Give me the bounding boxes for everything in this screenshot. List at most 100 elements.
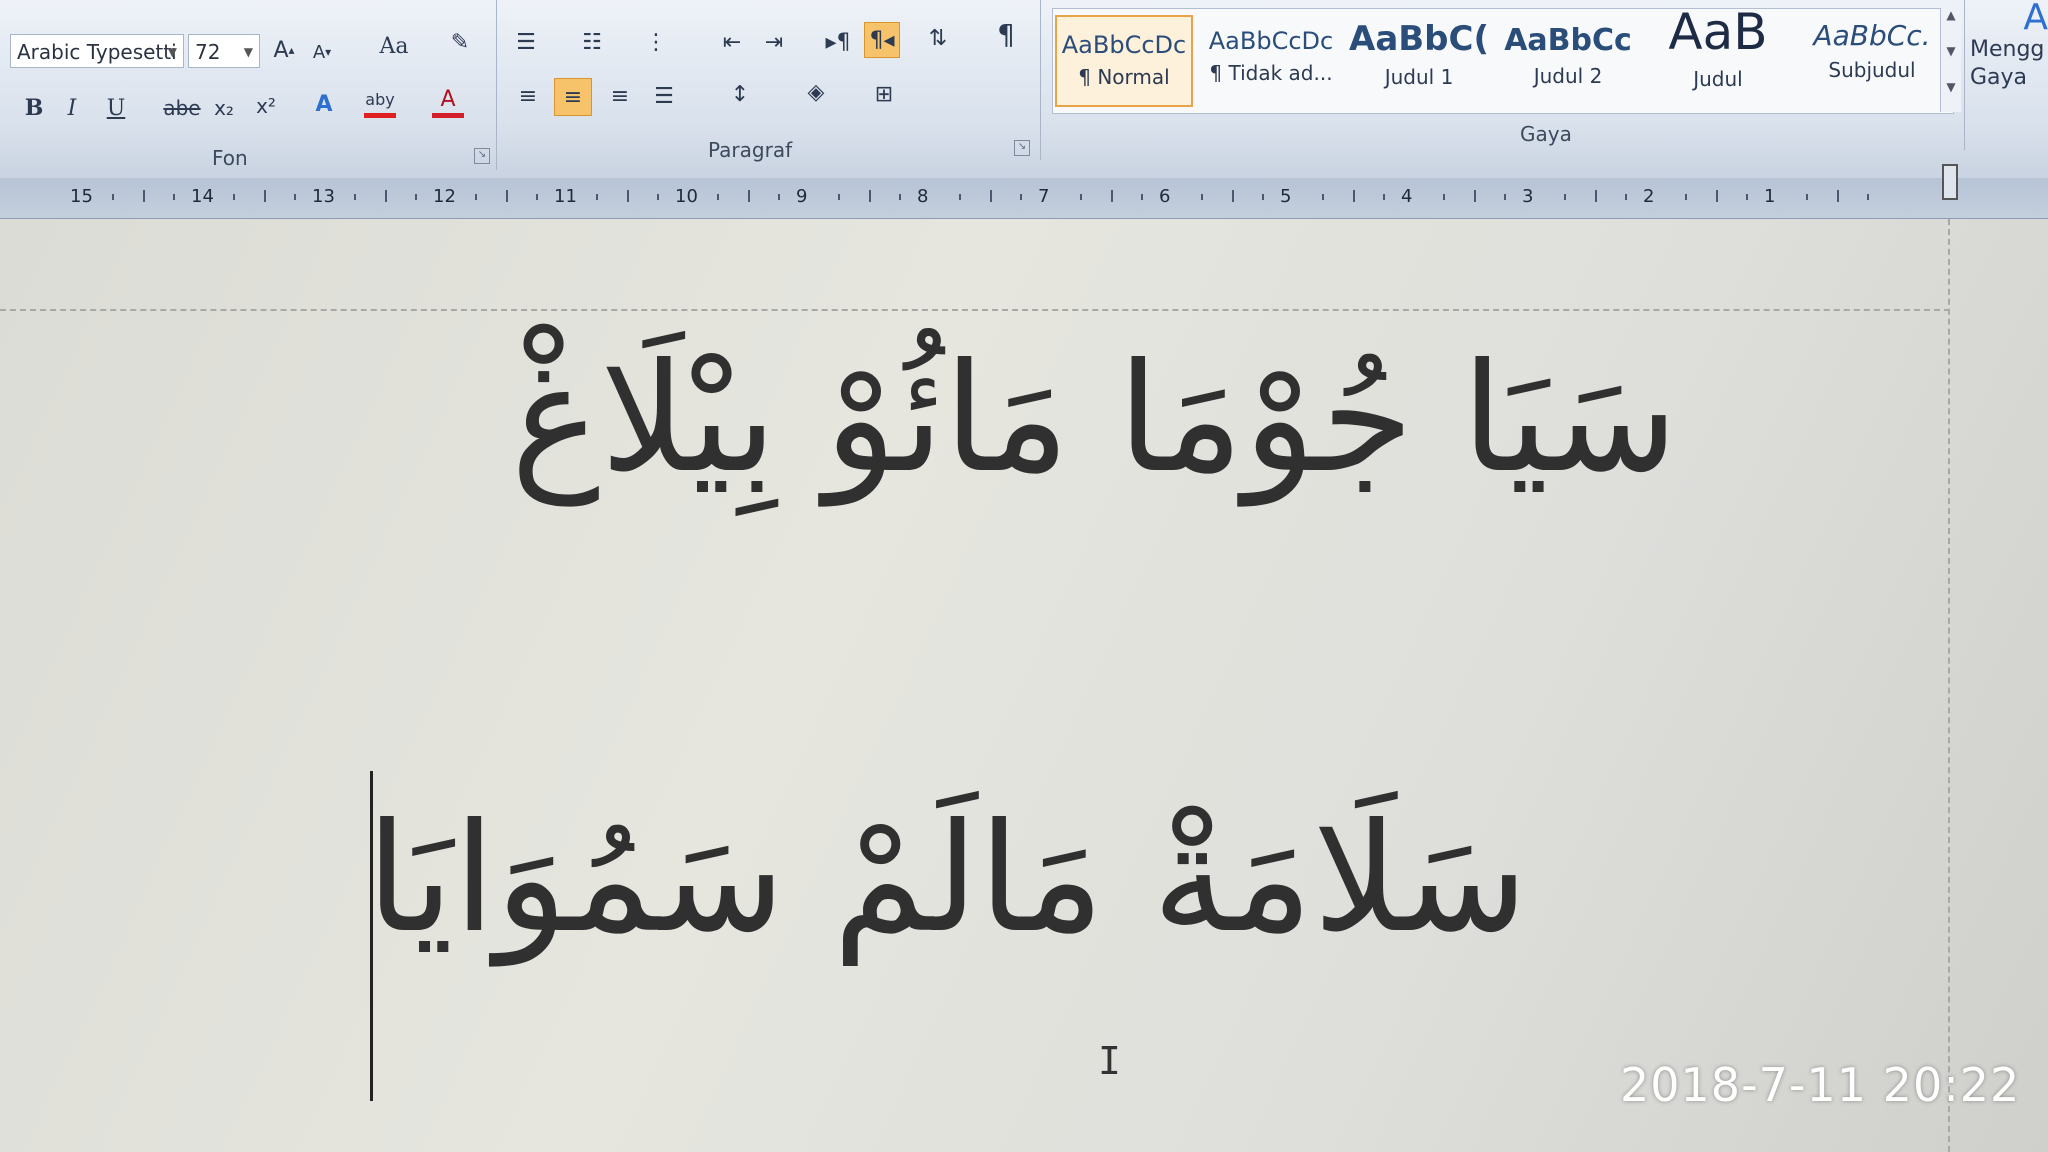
pilcrow-icon: ¶: [997, 17, 1015, 51]
style-name: ¶ Normal: [1078, 65, 1170, 89]
ruler-tick: [172, 194, 175, 200]
bullets-button[interactable]: ☰: [510, 26, 542, 58]
ruler-tick: [838, 194, 841, 200]
chevron-up-icon[interactable]: ▲: [1941, 8, 1961, 22]
multilevel-list-button[interactable]: ⋮: [640, 26, 672, 58]
ruler-tick: [233, 194, 236, 200]
styles-gallery: AaBbCcDc ¶ Normal AaBbCcDc ¶ Tidak ad...…: [1052, 3, 1954, 114]
style-heading-2[interactable]: AaBbCc Judul 2: [1497, 15, 1639, 107]
ruler-tick: [777, 194, 780, 200]
subscript-button[interactable]: x₂: [208, 92, 240, 124]
styles-gallery-scrollbar[interactable]: ▲ ▼ ▼: [1940, 8, 1961, 112]
align-center-button[interactable]: ≡: [554, 78, 592, 116]
ruler-tick: [1443, 194, 1446, 200]
font-name-combo[interactable]: Arabic Typesetti ▼: [10, 34, 184, 68]
document-line-1[interactable]: سَيَا جُوْمَا مَائُوْ بِيْلَاغْ: [511, 289, 1678, 549]
change-styles-label: Mengg Gaya: [1970, 37, 2045, 90]
document-line-2[interactable]: سَلَامَةْ مَالَمْ سَمُوَايَا: [366, 739, 1528, 1019]
text-effects-button[interactable]: A: [308, 88, 340, 120]
ruler-tick: [1382, 194, 1385, 200]
ruler-tick: [535, 194, 538, 200]
decrease-indent-icon: ⇤: [722, 29, 742, 55]
clear-formatting-button[interactable]: ✎: [444, 26, 476, 58]
style-sample: AaBbCc: [1504, 23, 1632, 58]
grow-font-button[interactable]: A ▴: [268, 34, 300, 66]
ruler-number: 15: [70, 186, 93, 207]
ruler-tick: [1019, 194, 1022, 200]
justify-button[interactable]: ☰: [648, 80, 680, 112]
chevron-down-icon: ▼: [243, 45, 253, 59]
ruler-tick: [1322, 194, 1325, 200]
highlight-button[interactable]: aby: [364, 86, 396, 118]
ruler-tick: [1715, 190, 1718, 202]
ruler-tick: [596, 194, 599, 200]
group-separator: [1040, 0, 1041, 160]
ruler-tick: [1231, 190, 1234, 202]
ruler-number: 11: [554, 186, 577, 207]
increase-indent-icon: ⇥: [764, 29, 784, 55]
ruler-tick: [1140, 194, 1143, 200]
italic-button[interactable]: I: [56, 92, 88, 124]
ruler-tick: [1503, 194, 1506, 200]
increase-indent-button[interactable]: ⇥: [758, 26, 790, 58]
ruler-number: 5: [1280, 186, 1292, 207]
chevron-down-icon[interactable]: ▼: [1941, 44, 1961, 58]
ruler-number: 6: [1159, 186, 1171, 207]
group-separator: [1964, 0, 1965, 150]
rtl-button[interactable]: ¶◂: [864, 22, 900, 58]
numbering-button[interactable]: ☷: [576, 26, 608, 58]
style-sample: AaBbCcDc: [1208, 27, 1334, 55]
align-left-icon: ≡: [518, 83, 538, 109]
decrease-indent-button[interactable]: ⇤: [716, 26, 748, 58]
underline-button[interactable]: U: [100, 92, 132, 124]
change-styles-button[interactable]: A Mengg Gaya: [1970, 0, 2048, 110]
shading-button[interactable]: ◈: [800, 76, 832, 108]
style-sample: AaBbCc.: [1813, 19, 1931, 52]
align-right-button[interactable]: ≡: [604, 80, 636, 112]
style-no-spacing[interactable]: AaBbCcDc ¶ Tidak ad...: [1201, 15, 1341, 107]
sort-button[interactable]: ⇅: [922, 22, 954, 54]
font-size-combo[interactable]: 72 ▼: [188, 34, 260, 68]
shrink-font-button[interactable]: A ▾: [306, 36, 338, 68]
font-size-value: 72: [195, 40, 221, 64]
ltr-button[interactable]: ▸¶: [822, 26, 854, 58]
ruler-tick: [898, 194, 901, 200]
bullet-list-icon: ☰: [516, 29, 536, 55]
ruler-number: 13: [312, 186, 335, 207]
align-right-icon: ≡: [610, 83, 630, 109]
change-styles-icon: A: [2023, 0, 2048, 38]
ruler-number: 4: [1401, 186, 1413, 207]
document-area[interactable]: سَيَا جُوْمَا مَائُوْ بِيْلَاغْ سَلَامَة…: [0, 219, 2048, 1152]
bold-button[interactable]: B: [18, 92, 50, 124]
change-case-label: Aa: [379, 33, 409, 59]
style-sample: AaBbC(: [1349, 19, 1489, 59]
grow-font-label: A: [273, 37, 289, 63]
font-color-button[interactable]: A: [432, 86, 464, 118]
font-dialog-launcher-icon[interactable]: ↘: [474, 148, 490, 164]
font-color-label: A: [440, 87, 456, 112]
paragraph-dialog-launcher-icon[interactable]: ↘: [1014, 140, 1030, 156]
ruler-number: 1: [1764, 186, 1776, 207]
strikethrough-button[interactable]: abe: [160, 92, 204, 124]
superscript-button[interactable]: x²: [250, 90, 282, 122]
style-subtitle[interactable]: AaBbCc. Subjudul: [1797, 15, 1947, 107]
more-styles-icon[interactable]: ▼: [1941, 80, 1961, 94]
paragraph-group-label: Paragraf: [708, 138, 793, 162]
align-left-button[interactable]: ≡: [512, 80, 544, 112]
style-normal[interactable]: AaBbCcDc ¶ Normal: [1055, 15, 1193, 107]
italic-label: I: [67, 95, 77, 121]
borders-button[interactable]: ⊞: [868, 78, 900, 110]
ribbon: Arabic Typesetti ▼ 72 ▼ A ▴ A ▾ Aa ✎ B I U…: [0, 0, 2048, 179]
chevron-down-icon: ▼: [167, 45, 177, 59]
show-formatting-button[interactable]: ¶: [990, 17, 1022, 51]
ruler-tick: [1685, 194, 1688, 200]
ruler-tick: [1564, 194, 1567, 200]
line-spacing-button[interactable]: ↕: [724, 78, 756, 110]
right-indent-marker-icon[interactable]: [1942, 164, 1958, 200]
horizontal-ruler[interactable]: 15 14 13 12 11 10 9 8 7 6 5 4 3 2 1: [0, 164, 2048, 219]
change-case-button[interactable]: Aa: [368, 30, 420, 62]
ruler-tick: [1261, 194, 1264, 200]
ruler-tick: [354, 194, 357, 200]
style-title[interactable]: AaB Judul: [1647, 3, 1789, 107]
style-heading-1[interactable]: AaBbC( Judul 1: [1349, 15, 1489, 107]
